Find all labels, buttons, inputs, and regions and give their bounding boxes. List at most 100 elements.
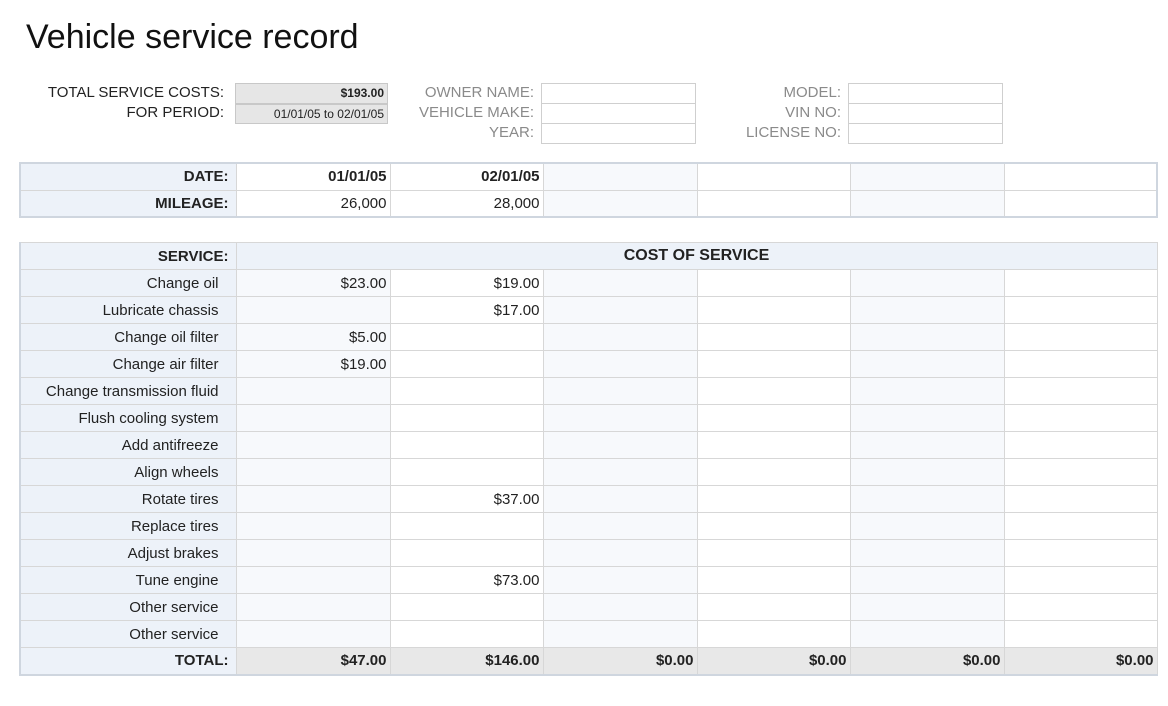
period-value[interactable]: 01/01/05 to 02/01/05: [235, 104, 388, 124]
cost-cell[interactable]: [542, 620, 698, 648]
cost-cell[interactable]: [235, 431, 391, 459]
cost-cell[interactable]: [235, 377, 391, 405]
cost-cell[interactable]: [389, 323, 544, 351]
cost-cell[interactable]: [542, 566, 698, 594]
mileage-cell[interactable]: [542, 189, 698, 218]
cost-cell[interactable]: [849, 377, 1005, 405]
cost-cell[interactable]: [1003, 458, 1158, 486]
cost-cell[interactable]: [849, 539, 1005, 567]
cost-cell[interactable]: [696, 377, 851, 405]
cost-cell[interactable]: [1003, 566, 1158, 594]
cost-cell[interactable]: [1003, 431, 1158, 459]
cost-cell[interactable]: [235, 485, 391, 513]
cost-cell[interactable]: [235, 404, 391, 432]
date-cell[interactable]: [849, 162, 1005, 191]
cost-cell[interactable]: [849, 323, 1005, 351]
cost-cell[interactable]: [1003, 269, 1158, 297]
cost-cell[interactable]: $73.00: [389, 566, 544, 594]
cost-cell[interactable]: [849, 458, 1005, 486]
cost-cell[interactable]: [1003, 296, 1158, 324]
cost-cell[interactable]: [696, 593, 851, 621]
date-cell[interactable]: [1003, 162, 1158, 191]
cost-cell[interactable]: [1003, 620, 1158, 648]
cost-cell[interactable]: [389, 458, 544, 486]
cost-cell[interactable]: [696, 350, 851, 378]
cost-cell[interactable]: [696, 269, 851, 297]
cost-cell[interactable]: [849, 350, 1005, 378]
cost-cell[interactable]: [542, 350, 698, 378]
mileage-cell[interactable]: 28,000: [389, 189, 544, 218]
cost-cell[interactable]: [235, 593, 391, 621]
cost-cell[interactable]: [235, 512, 391, 540]
cost-cell[interactable]: [235, 296, 391, 324]
vin-field[interactable]: [848, 103, 1003, 124]
cost-cell[interactable]: [696, 323, 851, 351]
mileage-cell[interactable]: [696, 189, 851, 218]
cost-cell[interactable]: [389, 404, 544, 432]
cost-cell[interactable]: [542, 323, 698, 351]
cost-cell[interactable]: [1003, 593, 1158, 621]
cost-cell[interactable]: $5.00: [235, 323, 391, 351]
cost-cell[interactable]: [849, 512, 1005, 540]
cost-cell[interactable]: [1003, 485, 1158, 513]
cost-cell[interactable]: [696, 296, 851, 324]
cost-cell[interactable]: [696, 566, 851, 594]
cost-cell[interactable]: [542, 539, 698, 567]
date-cell[interactable]: 01/01/05: [235, 162, 391, 191]
cost-cell[interactable]: [696, 458, 851, 486]
cost-cell[interactable]: [542, 485, 698, 513]
cost-cell[interactable]: [1003, 323, 1158, 351]
cost-cell[interactable]: [389, 431, 544, 459]
cost-cell[interactable]: [849, 620, 1005, 648]
cost-cell[interactable]: [389, 593, 544, 621]
cost-cell[interactable]: [849, 593, 1005, 621]
cost-cell[interactable]: [696, 431, 851, 459]
cost-cell[interactable]: $17.00: [389, 296, 544, 324]
vehicle-make-field[interactable]: [541, 103, 696, 124]
cost-cell[interactable]: [696, 512, 851, 540]
cost-cell[interactable]: [235, 620, 391, 648]
cost-cell[interactable]: [542, 377, 698, 405]
cost-cell[interactable]: [696, 539, 851, 567]
owner-name-field[interactable]: [541, 83, 696, 104]
cost-cell[interactable]: [389, 620, 544, 648]
cost-cell[interactable]: [542, 404, 698, 432]
date-cell[interactable]: [696, 162, 851, 191]
model-field[interactable]: [848, 83, 1003, 104]
cost-cell[interactable]: [1003, 404, 1158, 432]
year-field[interactable]: [541, 123, 696, 144]
mileage-cell[interactable]: [849, 189, 1005, 218]
cost-cell[interactable]: [1003, 377, 1158, 405]
mileage-cell[interactable]: 26,000: [235, 189, 391, 218]
cost-cell[interactable]: $37.00: [389, 485, 544, 513]
license-field[interactable]: [848, 123, 1003, 144]
cost-cell[interactable]: [1003, 350, 1158, 378]
cost-cell[interactable]: [1003, 512, 1158, 540]
cost-cell[interactable]: [849, 269, 1005, 297]
cost-cell[interactable]: [235, 458, 391, 486]
cost-cell[interactable]: [389, 377, 544, 405]
cost-cell[interactable]: [696, 485, 851, 513]
cost-cell[interactable]: [542, 458, 698, 486]
cost-cell[interactable]: [542, 593, 698, 621]
cost-cell[interactable]: [542, 512, 698, 540]
cost-cell[interactable]: [849, 431, 1005, 459]
cost-cell[interactable]: $19.00: [389, 269, 544, 297]
cost-cell[interactable]: [849, 404, 1005, 432]
cost-cell[interactable]: [389, 512, 544, 540]
date-cell[interactable]: [542, 162, 698, 191]
date-cell[interactable]: 02/01/05: [389, 162, 544, 191]
cost-cell[interactable]: $23.00: [235, 269, 391, 297]
cost-cell[interactable]: [542, 431, 698, 459]
total-costs-value[interactable]: $193.00: [235, 83, 388, 104]
cost-cell[interactable]: [696, 620, 851, 648]
cost-cell[interactable]: [849, 485, 1005, 513]
cost-cell[interactable]: [389, 350, 544, 378]
cost-cell[interactable]: [235, 566, 391, 594]
cost-cell[interactable]: $19.00: [235, 350, 391, 378]
cost-cell[interactable]: [849, 296, 1005, 324]
cost-cell[interactable]: [542, 296, 698, 324]
cost-cell[interactable]: [849, 566, 1005, 594]
cost-cell[interactable]: [389, 539, 544, 567]
cost-cell[interactable]: [1003, 539, 1158, 567]
